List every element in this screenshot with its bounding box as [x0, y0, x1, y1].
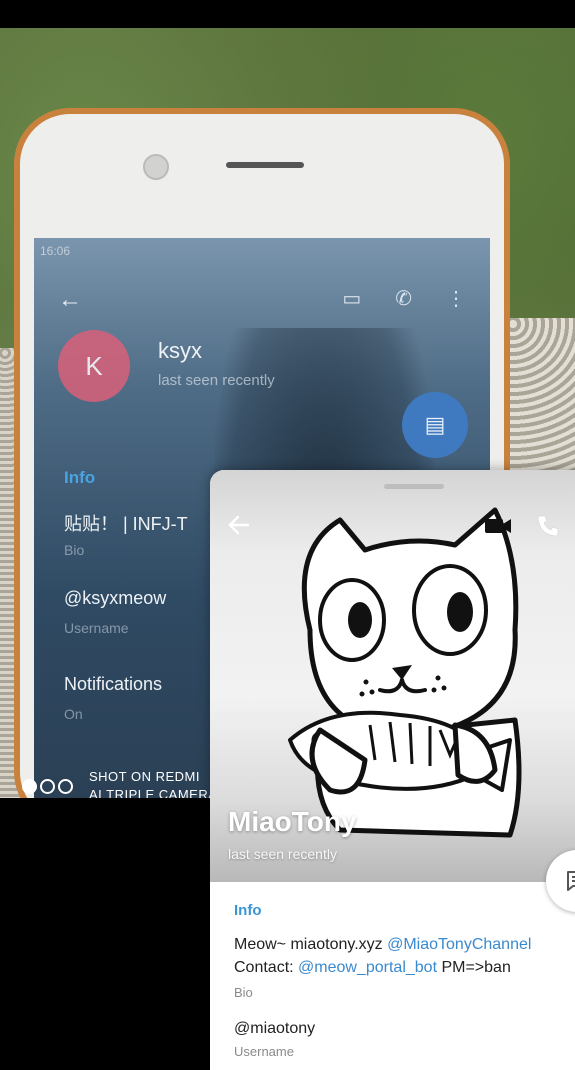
- more-vertical-icon: ⋮: [446, 288, 466, 310]
- profile-name: MiaoTony: [228, 806, 357, 837]
- watermark-logo-icon: [22, 778, 73, 794]
- bio-label: Bio: [234, 985, 253, 1000]
- bio-text: 贴贴！ | INFJ-T: [64, 514, 188, 534]
- status-bar: 16:06: [40, 244, 71, 258]
- bio-text-start: Meow~ miaotony.xyz: [234, 936, 388, 953]
- back-arrow-icon: [228, 515, 250, 535]
- phone-icon: [537, 515, 559, 537]
- earpiece-speaker: [226, 162, 304, 168]
- username-text: @ksyxmeow: [64, 588, 167, 608]
- contact-status: last seen recently: [158, 372, 275, 389]
- bio-label: Bio: [64, 542, 85, 558]
- message-icon: [567, 871, 575, 891]
- avatar: K: [58, 330, 130, 402]
- phone-call-icon: ✆: [395, 288, 412, 310]
- profile-info-section: Info Meow~ miaotony.xyz @MiaoTonyChannel…: [210, 882, 575, 1070]
- watermark-line-2: AI TRIPLE CAMERA: [89, 787, 218, 798]
- screen-header-icons: ▭ ✆ ⋮: [342, 286, 466, 311]
- voice-call-button[interactable]: [536, 514, 560, 543]
- username-value[interactable]: @miaotony: [234, 1020, 566, 1038]
- info-heading: Info: [64, 468, 96, 487]
- message-fab-icon: ▤: [402, 392, 468, 458]
- channel-link[interactable]: @MiaoTonyChannel: [387, 936, 531, 953]
- video-call-icon: ▭: [342, 288, 362, 310]
- profile-status: last seen recently: [228, 846, 337, 862]
- drag-handle[interactable]: [384, 484, 444, 489]
- back-button[interactable]: [228, 514, 250, 536]
- bot-link[interactable]: @meow_portal_bot: [298, 959, 437, 976]
- cat-profile-photo: [288, 507, 522, 838]
- profile-header: MiaoTony last seen recently: [210, 470, 575, 882]
- username-label: Username: [64, 620, 129, 636]
- back-arrow-icon: ←: [58, 286, 82, 313]
- info-heading: Info: [234, 902, 262, 919]
- bio-contact-prefix: Contact:: [234, 959, 299, 976]
- video-camera-icon: [485, 519, 511, 533]
- profile-sheet[interactable]: MiaoTony last seen recently Info Meow~ m…: [210, 470, 575, 1070]
- notifications-title: Notifications: [64, 674, 163, 694]
- bio-text: Meow~ miaotony.xyz @MiaoTonyChannel Cont…: [234, 933, 566, 979]
- front-camera: [143, 154, 169, 180]
- bio-suffix: PM=>ban: [437, 959, 511, 976]
- camera-watermark: SHOT ON REDMI AI TRIPLE CAMERA: [22, 768, 217, 798]
- video-call-button[interactable]: [484, 516, 512, 541]
- watermark-line-1: SHOT ON REDMI: [89, 769, 200, 784]
- notifications-value: On: [64, 706, 83, 722]
- contact-name: ksyx: [158, 338, 202, 363]
